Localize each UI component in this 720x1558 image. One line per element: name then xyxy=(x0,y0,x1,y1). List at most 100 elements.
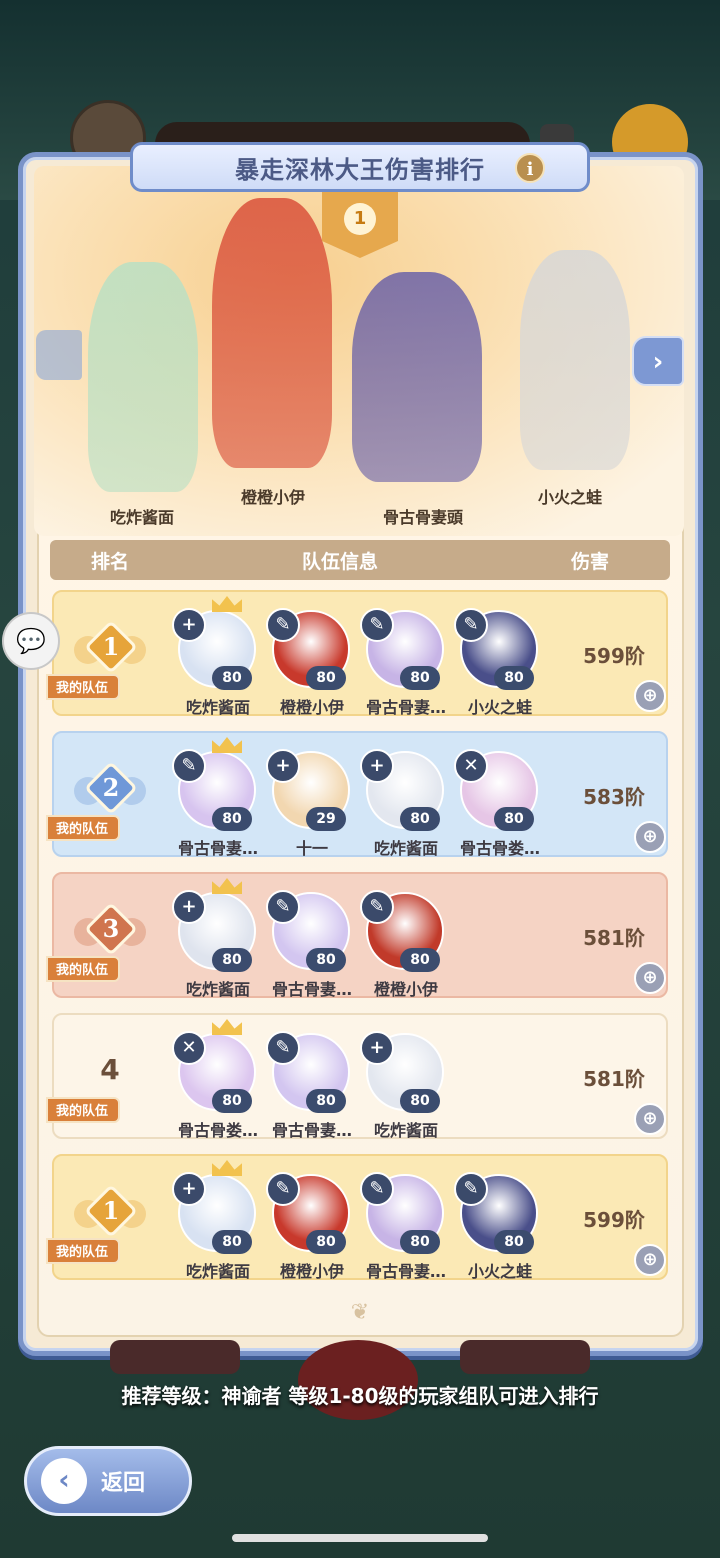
ranking-row[interactable]: 1 我的队伍 +80 吃炸酱面 ✎ 80 橙橙小伊 ✎ 80 骨古骨妻… ✎ 80 小火之蛙 599阶 ⊕ xyxy=(46,1154,668,1281)
zoom-in-icon[interactable]: ⊕ xyxy=(634,962,666,994)
ranking-row[interactable]: 4 我的队伍 ✕ 80 骨古骨娄… ✎ 80 骨古骨妻… +80 吃炸酱面 581阶 ⊕ xyxy=(46,1013,668,1140)
panel-title: 暴走深林大王伤害排行 xyxy=(235,155,485,184)
team-member[interactable]: ✎ 80 小火之蛙 xyxy=(454,604,544,717)
team-member[interactable]: ✎ 80 骨古骨妻… xyxy=(266,1027,356,1140)
team-member[interactable]: +80 吃炸酱面 xyxy=(360,1027,450,1140)
member-level: 29 xyxy=(306,807,346,831)
home-indicator[interactable] xyxy=(232,1534,488,1542)
ranking-table-header: 排名 队伍信息 伤害 xyxy=(50,540,670,580)
team-member[interactable]: +80 吃炸酱面 xyxy=(172,596,262,717)
team-member[interactable]: ✎ 80 骨古骨妻… xyxy=(360,604,450,717)
member-name: 吃炸酱面 xyxy=(373,1121,438,1140)
member-name: 小火之蛙 xyxy=(467,698,532,717)
recommend-hint: 推荐等级：神谕者 等级1-80级的玩家组队可进入排行 xyxy=(121,1384,599,1408)
chat-icon[interactable]: 💬 xyxy=(2,612,60,670)
member-name: 骨古骨妻… xyxy=(271,980,352,999)
team-member[interactable]: +80 吃炸酱面 xyxy=(172,878,262,999)
hero-name: 吃炸酱面 xyxy=(109,508,174,527)
member-name: 骨古骨妻… xyxy=(365,698,446,717)
class-icon: ✕ xyxy=(454,749,488,783)
hero-figure[interactable] xyxy=(212,198,332,468)
team-member[interactable]: ✎ 80 骨古骨妻… xyxy=(360,1168,450,1281)
member-name: 吃炸酱面 xyxy=(185,698,250,717)
member-name: 骨古骨娄… xyxy=(177,1121,258,1140)
member-name: 骨古骨妻… xyxy=(365,1262,446,1281)
rank-number: 1 xyxy=(102,632,120,661)
ranking-row[interactable]: 1 我的队伍 +80 吃炸酱面 ✎ 80 橙橙小伊 ✎ 80 骨古骨妻… ✎ 80 小火之蛙 599阶 ⊕ xyxy=(46,590,668,717)
hero-name: 骨古骨妻頭 xyxy=(382,508,463,527)
zoom-in-icon[interactable]: ⊕ xyxy=(634,1103,666,1135)
hero-name: 橙橙小伊 xyxy=(240,488,305,507)
header-team: 队伍信息 xyxy=(301,550,378,573)
member-name: 吃炸酱面 xyxy=(373,839,438,858)
team-member[interactable]: ✎ 80 橙橙小伊 xyxy=(266,604,356,717)
header-damage: 伤害 xyxy=(570,550,609,573)
my-team-badge: 我的队伍 xyxy=(46,1097,121,1123)
team-member[interactable]: +80 吃炸酱面 xyxy=(360,745,450,858)
class-icon: ✎ xyxy=(360,890,394,924)
leader-crown-icon xyxy=(212,1160,242,1176)
member-level: 80 xyxy=(494,666,534,690)
member-name: 橙橙小伊 xyxy=(279,698,344,717)
header-rank: 排名 xyxy=(90,550,129,573)
member-level: 80 xyxy=(306,1230,346,1254)
hero-figure[interactable] xyxy=(352,272,482,482)
team-member[interactable]: ✎ 80 橙橙小伊 xyxy=(360,886,450,999)
team-member[interactable]: ✕ 80 骨古骨娄… xyxy=(172,1019,262,1140)
damage-value: 599阶 xyxy=(583,1208,645,1232)
member-level: 80 xyxy=(212,807,252,831)
class-icon: ✎ xyxy=(454,1172,488,1206)
back-button[interactable]: ‹ 返回 xyxy=(24,1446,192,1516)
rank-number: 3 xyxy=(102,914,120,943)
zoom-in-icon[interactable]: ⊕ xyxy=(634,680,666,712)
class-icon: ✎ xyxy=(360,608,394,642)
team-member[interactable]: ✎ 80 橙橙小伊 xyxy=(266,1168,356,1281)
rank-number: 1 xyxy=(102,1196,120,1225)
damage-value: 583阶 xyxy=(583,785,645,809)
member-level: 80 xyxy=(494,1230,534,1254)
class-icon: ✎ xyxy=(454,608,488,642)
class-icon: ✕ xyxy=(172,1031,206,1065)
leader-crown-icon xyxy=(212,737,242,753)
leader-crown-icon xyxy=(212,878,242,894)
my-team-badge: 我的队伍 xyxy=(46,1238,121,1264)
member-level: 80 xyxy=(400,1089,440,1113)
member-level: 80 xyxy=(400,1230,440,1254)
class-icon: ✎ xyxy=(266,608,300,642)
team-member[interactable]: +29 十一 xyxy=(266,745,356,858)
team-member[interactable]: ✎ 80 骨古骨妻… xyxy=(266,886,356,999)
ranking-row[interactable]: 2 我的队伍 ✎ 80 骨古骨妻… +29 十一 +80 吃炸酱面 ✕ 80 骨古骨娄… 583阶 ⊕ xyxy=(46,731,668,858)
class-icon: ✎ xyxy=(266,1172,300,1206)
damage-value: 581阶 xyxy=(583,1067,645,1091)
team-member[interactable]: ✎ 80 骨古骨妻… xyxy=(172,737,262,858)
member-name: 橙橙小伊 xyxy=(373,980,438,999)
member-level: 80 xyxy=(400,807,440,831)
info-icon[interactable]: i xyxy=(515,153,545,183)
zoom-in-icon[interactable]: ⊕ xyxy=(634,821,666,853)
ranking-row[interactable]: 3 我的队伍 +80 吃炸酱面 ✎ 80 骨古骨妻… ✎ 80 橙橙小伊 581阶 ⊕ xyxy=(46,872,668,999)
class-icon: + xyxy=(172,608,206,642)
hero-name: 小火之蛙 xyxy=(537,488,602,507)
team-member[interactable]: +80 吃炸酱面 xyxy=(172,1160,262,1281)
class-icon: + xyxy=(360,749,394,783)
rank-number: 2 xyxy=(102,773,120,802)
member-level: 80 xyxy=(212,948,252,972)
my-team-badge: 我的队伍 xyxy=(46,815,121,841)
team-member[interactable]: ✕ 80 骨古骨娄… xyxy=(454,745,544,858)
background-buttons xyxy=(110,1340,590,1420)
class-icon: + xyxy=(266,749,300,783)
team-member[interactable]: ✎ 80 小火之蛙 xyxy=(454,1168,544,1281)
zoom-in-icon[interactable]: ⊕ xyxy=(634,1244,666,1276)
member-name: 十一 xyxy=(295,839,328,858)
hero-figure[interactable] xyxy=(520,250,630,470)
list-end-ornament: ❦ xyxy=(350,1300,370,1325)
class-icon: + xyxy=(360,1031,394,1065)
member-level: 80 xyxy=(306,666,346,690)
next-boss-button[interactable]: › xyxy=(632,336,684,386)
member-level: 80 xyxy=(400,948,440,972)
hero-figure[interactable] xyxy=(88,262,198,492)
member-name: 骨古骨妻… xyxy=(271,1121,352,1140)
prev-boss-button[interactable] xyxy=(36,330,82,380)
back-arrow-icon: ‹ xyxy=(41,1458,87,1504)
damage-value: 581阶 xyxy=(583,926,645,950)
